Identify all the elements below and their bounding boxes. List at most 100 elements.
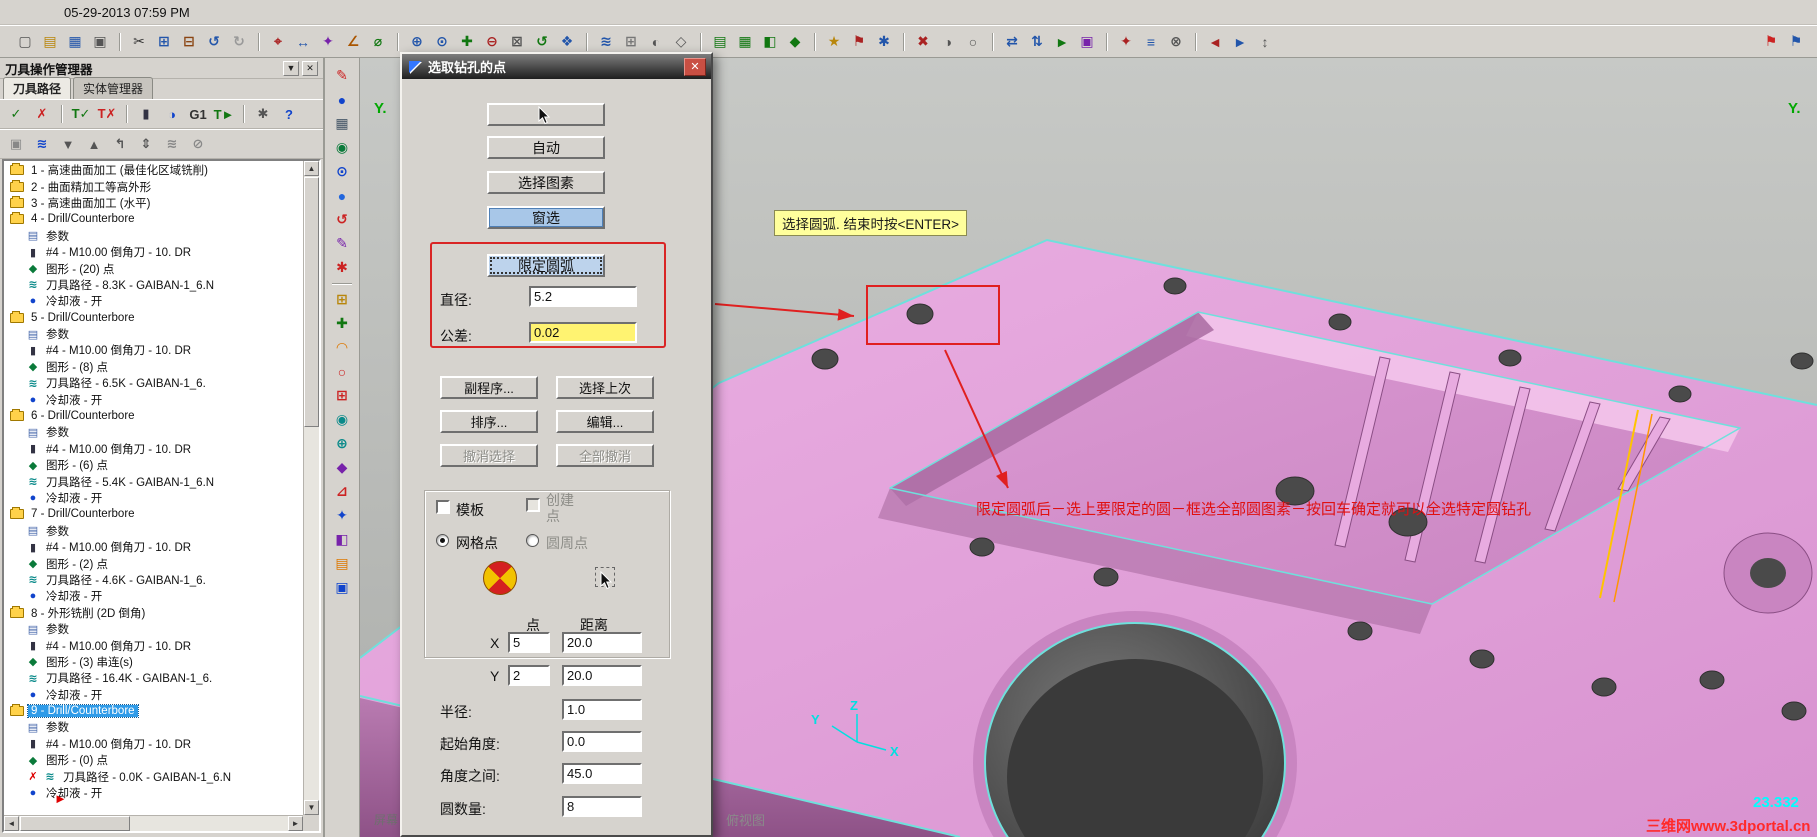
layers-icon[interactable]: ▤ [329, 552, 355, 575]
post-g1-icon[interactable]: G1 [186, 103, 210, 125]
x-distance-field[interactable] [562, 632, 642, 653]
teal-sphere-icon[interactable]: ◉ [329, 408, 355, 431]
copy-icon[interactable]: ⊞ [153, 31, 175, 53]
scroll-right-button[interactable]: ► [288, 816, 303, 831]
x-count-field[interactable] [508, 632, 550, 653]
toolpath-wave-icon[interactable]: ≋ [30, 133, 54, 155]
purple-half-icon[interactable]: ◧ [329, 528, 355, 551]
pan-icon[interactable]: ❖ [556, 31, 578, 53]
globe-icon[interactable]: ⊙ [329, 160, 355, 183]
grid-icon[interactable]: ⊞ [620, 31, 642, 53]
tree-item[interactable]: 6 - Drill/Counterbore [4, 408, 302, 424]
disable-posting-icon[interactable]: ⊘ [186, 133, 210, 155]
save-disk-icon[interactable]: ▦ [329, 112, 355, 135]
tab-solids-manager[interactable]: 实体管理器 [73, 77, 154, 99]
feed-icon[interactable]: ⇄ [1001, 31, 1023, 53]
backplot-icon[interactable]: ► [1051, 31, 1073, 53]
subprogram-button[interactable]: 副程序... [440, 376, 538, 399]
y-count-field[interactable] [508, 665, 550, 686]
tree-item[interactable]: 3 - 高速曲面加工 (水平) [4, 195, 302, 211]
shading-icon[interactable]: ◐ [645, 31, 667, 53]
zoom-window-icon[interactable]: ⊕ [406, 31, 428, 53]
limit-arc-button[interactable]: 限定圆弧 [487, 254, 605, 277]
undo-icon[interactable]: ↺ [203, 31, 225, 53]
analyze-dynamic-icon[interactable]: ✦ [317, 31, 339, 53]
scrollbar-thumb[interactable] [20, 816, 130, 831]
shaded-sphere-icon[interactable]: ◉ [329, 136, 355, 159]
move-up-icon[interactable]: ▲ [82, 133, 106, 155]
scroll-up-button[interactable]: ▲ [304, 161, 319, 176]
tree-item[interactable]: ≋ 刀具路径 - 6.5K - GAIBAN-1_6. [4, 375, 302, 391]
wireframe-icon[interactable]: ◇ [670, 31, 692, 53]
zoom-fit-icon[interactable]: ⊠ [506, 31, 528, 53]
regen-all-icon[interactable]: T✗ [95, 103, 119, 125]
tree-item[interactable]: ◆ 图形 - (6) 点 [4, 457, 302, 473]
tree-item[interactable]: ● 冷却液 - 开 [4, 785, 302, 801]
rapid-tool-icon[interactable]: T► [212, 103, 236, 125]
regen-selected-icon[interactable]: T✓ [69, 103, 93, 125]
sort-button[interactable]: 排序... [440, 410, 538, 433]
tree-item[interactable]: 4 - Drill/Counterbore [4, 211, 302, 227]
radius-field[interactable] [562, 699, 642, 720]
y-distance-field[interactable] [562, 665, 642, 686]
undo-arrow-icon[interactable]: ↺ [329, 208, 355, 231]
purple-diamond-icon[interactable]: ◆ [329, 456, 355, 479]
angle-between-field[interactable] [562, 763, 642, 784]
zoom-target-icon[interactable]: ⊙ [431, 31, 453, 53]
tree-item[interactable]: ▮ #4 - M10.00 倒角刀 - 10. DR [4, 637, 302, 653]
tree-item[interactable]: ● 冷却液 - 开 [4, 391, 302, 407]
analyze-position-icon[interactable]: ⌖ [267, 31, 289, 53]
pen-icon[interactable]: ✱ [329, 256, 355, 279]
wave-gray-icon[interactable]: ≋ [160, 133, 184, 155]
tree-item[interactable]: ◆ 图形 - (20) 点 [4, 260, 302, 276]
tree-item[interactable]: ◆ 图形 - (8) 点 [4, 359, 302, 375]
select-all-icon[interactable]: ✓ [4, 103, 28, 125]
scrollbar-thumb[interactable] [304, 177, 319, 427]
tree-item[interactable]: ≋ 刀具路径 - 16.4K - GAIBAN-1_6. [4, 670, 302, 686]
side-view-icon[interactable]: ◧ [759, 31, 781, 53]
machine-icon[interactable]: ⊗ [1165, 31, 1187, 53]
analyze-diameter-icon[interactable]: ⌀ [367, 31, 389, 53]
trace-icon[interactable]: ⇅ [1026, 31, 1048, 53]
tree-item[interactable]: ▮ #4 - M10.00 倒角刀 - 10. DR [4, 441, 302, 457]
insert-position-icon[interactable]: ↰ [108, 133, 132, 155]
auto-button[interactable]: 自动 [487, 136, 605, 159]
highfeed-icon[interactable]: ✦ [1115, 31, 1137, 53]
blank-entity-icon[interactable]: ○ [962, 31, 984, 53]
flag-blue-icon[interactable]: ⚑ [1785, 31, 1807, 53]
tree-item[interactable]: ▤ 参数 [4, 228, 302, 244]
tree-item[interactable]: ✗ ≋ 刀具路径 - 0.0K - GAIBAN-1_6.N [4, 768, 302, 784]
dynamic-rotate-icon[interactable]: ↺ [531, 31, 553, 53]
prev-view-icon[interactable]: ◄ [1204, 31, 1226, 53]
tree-item[interactable]: ≋ 刀具路径 - 5.4K - GAIBAN-1_6.N [4, 473, 302, 489]
blue-box-icon[interactable]: ▣ [329, 576, 355, 599]
tree-horizontal-scrollbar[interactable]: ◄ ► [4, 815, 303, 831]
tree-item[interactable]: 1 - 高速曲面加工 (最佳化区域铣削) [4, 162, 302, 178]
scroll-mode-icon[interactable]: ⇕ [134, 133, 158, 155]
cut-icon[interactable]: ✂ [128, 31, 150, 53]
select-none-icon[interactable]: ✗ [30, 103, 54, 125]
wcs-icon[interactable]: ✱ [873, 31, 895, 53]
panel-close-button[interactable]: ✕ [302, 60, 318, 76]
tree-item[interactable]: 8 - 外形铣削 (2D 倒角) [4, 605, 302, 621]
tree-item[interactable]: 7 - Drill/Counterbore [4, 506, 302, 522]
tree-item[interactable]: ▤ 参数 [4, 621, 302, 637]
scroll-left-button[interactable]: ◄ [4, 816, 19, 831]
analyze-ball-icon[interactable]: ● [329, 88, 355, 111]
create-arc-icon[interactable]: ◠ [329, 336, 355, 359]
iso-view-icon[interactable]: ◆ [784, 31, 806, 53]
tree-item[interactable]: ≋ 刀具路径 - 8.3K - GAIBAN-1_6.N [4, 277, 302, 293]
tree-item[interactable]: ◆ 图形 - (3) 串连(s) [4, 654, 302, 670]
tolerance-field[interactable] [529, 322, 637, 343]
tree-item[interactable]: ● 冷却液 - 开 [4, 588, 302, 604]
grid-points-radio[interactable] [436, 534, 449, 547]
tree-item[interactable]: ▮ #4 - M10.00 倒角刀 - 10. DR [4, 736, 302, 752]
tree-item[interactable]: ● 冷却液 - 开 [4, 293, 302, 309]
sphere-icon[interactable]: ● [329, 184, 355, 207]
help-icon[interactable]: ? [277, 103, 301, 125]
window-select-button[interactable]: 窗选 [487, 206, 605, 229]
tree-item[interactable]: ▤ 参数 [4, 719, 302, 735]
lock-icon[interactable]: ▣ [4, 133, 28, 155]
open-file-icon[interactable]: ▤ [39, 31, 61, 53]
teal-plus-icon[interactable]: ⊕ [329, 432, 355, 455]
